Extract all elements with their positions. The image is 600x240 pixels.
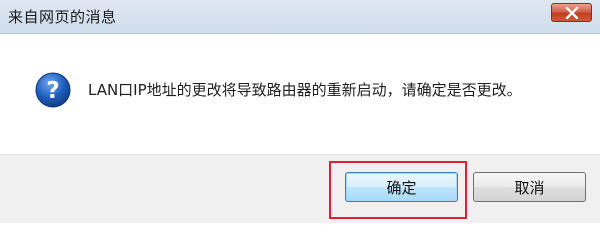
- close-button[interactable]: [551, 3, 592, 22]
- dialog-content: ? LAN口IP地址的更改将导致路由器的重新启动，请确定是否更改。: [0, 34, 600, 154]
- ok-button[interactable]: 确定: [345, 172, 458, 202]
- title-bar[interactable]: 来自网页的消息: [0, 0, 600, 34]
- cancel-button[interactable]: 取消: [473, 172, 586, 202]
- svg-text:?: ?: [46, 78, 59, 104]
- message-dialog: 来自网页的消息 ? LAN口IP地址的更改将导致路由器的重新启动，请确定是否更改…: [0, 0, 600, 223]
- button-bar: 确定 取消: [0, 154, 600, 223]
- message-text: LAN口IP地址的更改将导致路由器的重新启动，请确定是否更改。: [88, 81, 522, 99]
- question-icon: ?: [35, 72, 71, 108]
- dialog-title: 来自网页的消息: [8, 8, 117, 26]
- close-icon: [565, 7, 579, 19]
